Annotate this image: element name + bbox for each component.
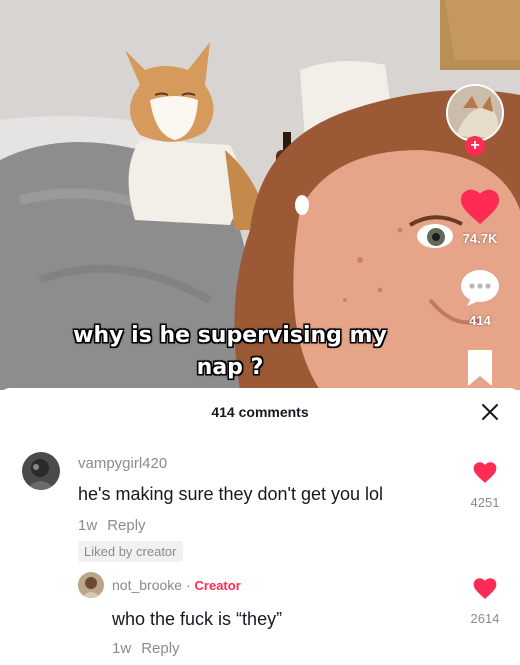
video-player[interactable]: why is he supervising my nap ? + 74.7K 4… [0, 0, 520, 390]
comment-meta: 1w Reply [112, 640, 180, 657]
heart-icon [473, 578, 497, 599]
bookmark-icon [468, 350, 492, 386]
reply-item: not_brooke · Creator who the fuck is “th… [0, 568, 520, 665]
comments-sheet: 414 comments vampygirl420 he's making su… [0, 388, 520, 665]
caption-line-2: nap ? [196, 355, 264, 380]
creator-avatar[interactable] [446, 84, 504, 142]
reply-button[interactable]: Reply [141, 640, 179, 657]
caption-line-1: why is he supervising my [73, 323, 387, 348]
comment-username[interactable]: not_brooke [112, 577, 182, 593]
plus-icon: + [470, 137, 480, 154]
avatar[interactable] [78, 572, 104, 598]
creator-label: Creator [194, 578, 241, 593]
comment-text: he's making sure they don't get you lol [78, 484, 384, 504]
comment-like-count: 2614 [470, 611, 500, 626]
comments-header: 414 comments [0, 388, 520, 436]
comments-title: 414 comments [211, 404, 309, 420]
comment-age: 1w [78, 517, 98, 534]
heart-icon [460, 189, 500, 225]
reply-button[interactable]: Reply [107, 517, 145, 534]
comment-like-button[interactable]: 2614 [455, 576, 515, 626]
liked-by-creator-badge: Liked by creator [78, 541, 183, 562]
bookmark-action[interactable] [440, 348, 520, 390]
like-action[interactable]: 74.7K [440, 186, 520, 246]
comment-action[interactable]: 414 [440, 268, 520, 328]
comment-age: 1w [112, 640, 132, 657]
username-separator: · [182, 577, 195, 593]
follow-button[interactable]: + [465, 136, 485, 156]
comment-item: vampygirl420 he's making sure they don't… [0, 444, 520, 562]
avatar[interactable] [22, 452, 60, 490]
video-caption: why is he supervising my nap ? [0, 320, 460, 384]
comment-like-button[interactable]: 4251 [455, 460, 515, 510]
reply-username-line: not_brooke · Creator [112, 577, 241, 593]
close-icon[interactable] [480, 402, 500, 422]
creator-avatar-group[interactable]: + [446, 84, 504, 156]
heart-icon [473, 462, 497, 483]
comment-bubble-icon [461, 270, 499, 306]
like-count: 74.7K [462, 231, 498, 246]
comment-like-count: 4251 [470, 495, 500, 510]
comment-text: who the fuck is “they” [112, 609, 283, 629]
comment-meta: 1w Reply [78, 517, 146, 534]
comment-count: 414 [469, 313, 491, 328]
comment-username[interactable]: vampygirl420 [78, 455, 167, 472]
